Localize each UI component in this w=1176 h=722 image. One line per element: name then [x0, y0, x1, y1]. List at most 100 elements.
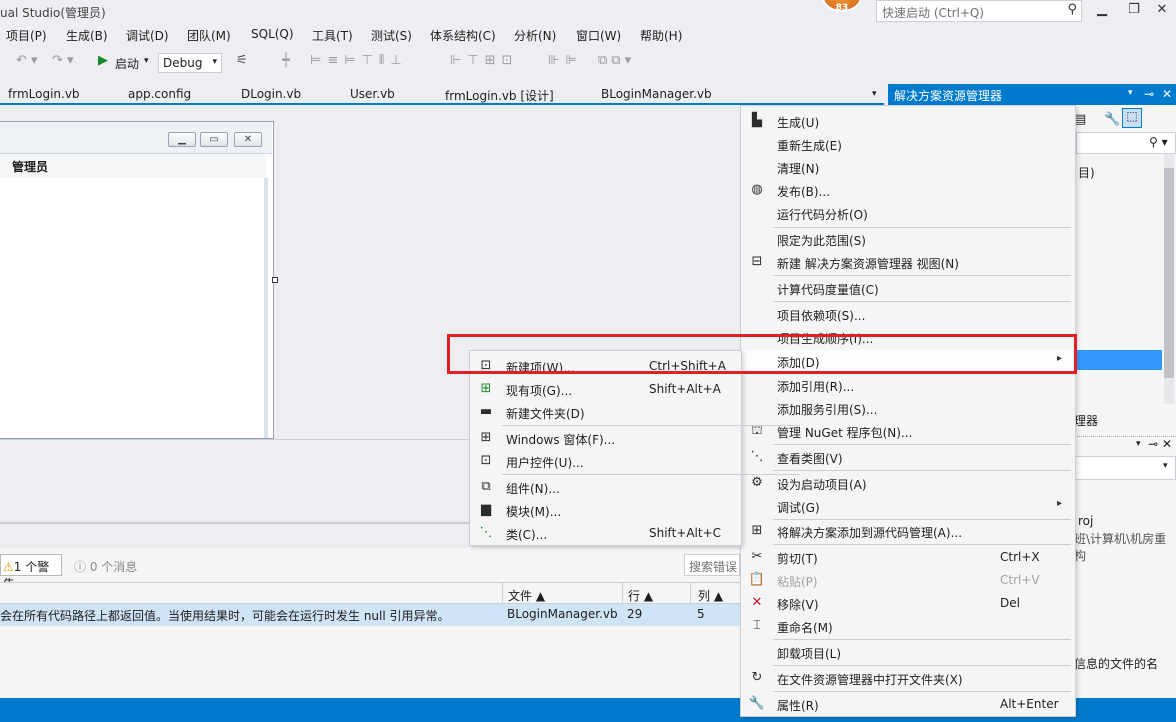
se-search-icon[interactable]: ⚲ ▾ [1149, 135, 1168, 149]
build-icon: ▙ [752, 113, 762, 128]
se-search-input[interactable]: ⚲ ▾ [1076, 132, 1176, 154]
menu-item-shortcut: Ctrl+V [1000, 573, 1040, 587]
submenu-item-class[interactable]: ⋱ 类(C)... Shift+Alt+C [470, 522, 741, 545]
submenu-item-existing-item[interactable]: ⊞ 现有项(G)... Shift+Alt+A [470, 378, 741, 401]
form-menu-strip[interactable]: 管理员 [0, 154, 266, 178]
menu-build[interactable]: 生成(B) [66, 27, 108, 44]
layout-tools-icon[interactable]: ⊨≡⊨⊤⫴⊥ [310, 53, 408, 68]
messages-filter-button[interactable]: ⓘ 0 个消息 [74, 558, 137, 575]
start-dropdown-icon[interactable]: ▾ [144, 56, 149, 66]
properties-object-dropdown[interactable]: ▾ [1074, 456, 1176, 480]
menu-item-open-folder[interactable]: ↻ 在文件资源管理器中打开文件夹(X) [741, 667, 1075, 690]
menu-item-add-service-reference[interactable]: 添加服务引用(S)... [741, 397, 1075, 420]
props-close-icon[interactable]: ✕ [1162, 437, 1172, 451]
spacing-tools-icon[interactable]: ⊩⊤⊞⊡ [450, 53, 518, 68]
order-tools-icon[interactable]: ⧉⧉▾ [598, 53, 635, 68]
close-panel-icon[interactable]: ✕ [1162, 87, 1172, 101]
menu-item-new-view[interactable]: ⊟ 新建 解决方案资源管理器 视图(N) [741, 251, 1075, 274]
menu-item-build[interactable]: ▙ 生成(U) [741, 110, 1075, 133]
config-dropdown[interactable]: Debug ▾ [158, 53, 222, 73]
submenu-item-windows-form[interactable]: ⊞ Windows 窗体(F)... [470, 427, 741, 450]
table-row[interactable]: 会在所有代码路径上都返回值。当使用结果时，可能会在运行时发生 null 引用异常… [0, 604, 740, 626]
column-line[interactable]: 行 ▲ [628, 587, 653, 604]
menu-item-add-reference[interactable]: 添加引用(R)... [741, 374, 1075, 397]
menu-window[interactable]: 窗口(W) [576, 27, 621, 44]
start-button[interactable]: 启动 [115, 55, 139, 72]
tab-user[interactable]: User.vb [350, 87, 395, 101]
se-tab-fragment[interactable]: 理器 [1074, 412, 1098, 429]
menu-item-cut[interactable]: ✂ 剪切(T) Ctrl+X [741, 546, 1075, 569]
menu-item-clean[interactable]: 清理(N) [741, 156, 1075, 179]
menu-item-dependencies[interactable]: 项目依赖项(S)... [741, 303, 1075, 326]
props-menu-icon[interactable]: ▾ [1136, 439, 1141, 449]
menu-test[interactable]: 测试(S) [371, 27, 412, 44]
menu-item-nuget[interactable]: ⛫ 管理 NuGet 程序包(N)... [741, 420, 1075, 443]
menu-item-rename[interactable]: ⌶ 重命名(M) [741, 615, 1075, 638]
menu-item-paste[interactable]: 📋 粘贴(P) Ctrl+V [741, 569, 1075, 592]
menu-item-code-metrics[interactable]: 计算代码度量值(C) [741, 277, 1075, 300]
submenu-item-user-control[interactable]: ⊡ 用户控件(U)... [470, 450, 741, 473]
menu-sql[interactable]: SQL(Q) [251, 27, 294, 41]
tab-overflow-icon[interactable]: ▾ [872, 89, 877, 99]
panel-menu-icon[interactable]: ▾ [1128, 88, 1133, 98]
menu-tools[interactable]: 工具(T) [312, 27, 353, 44]
find-icon[interactable]: ⚟ [236, 53, 248, 68]
menu-item-label: 类(C)... [506, 528, 548, 542]
menu-item-code-analysis[interactable]: 运行代码分析(O) [741, 202, 1075, 225]
menu-item-label: 重新生成(E) [777, 139, 842, 153]
menu-item-properties[interactable]: 🔧 属性(R) Alt+Enter [741, 693, 1075, 716]
notification-badge[interactable]: 83 [822, 0, 862, 13]
props-pin-icon[interactable]: ⊸ [1148, 437, 1158, 451]
column-file[interactable]: 文件 ▲ [508, 587, 545, 604]
preview-icon[interactable]: ⬚ [1122, 108, 1142, 128]
tab-app-config[interactable]: app.config [128, 87, 191, 101]
tab-bloginmanager[interactable]: BLoginManager.vb [601, 87, 712, 101]
form-preview[interactable]: ▁ ▭ ✕ 管理员 [0, 121, 274, 439]
redo-icon[interactable]: ↷ ▾ [52, 53, 74, 68]
search-icon[interactable]: ⚲ [1067, 2, 1077, 17]
warnings-filter-button[interactable]: ⚠1 个警告 [0, 554, 62, 591]
menu-item-class-diagram[interactable]: ⋱ 查看类图(V) [741, 446, 1075, 469]
form-body[interactable] [0, 178, 268, 438]
quick-launch-input[interactable]: 快速启动 (Ctrl+Q) ⚲ [876, 0, 1082, 22]
menu-item-unload[interactable]: 卸载项目(L) [741, 641, 1075, 664]
menu-separator [773, 275, 1071, 276]
menu-item-scope[interactable]: 限定为此范围(S) [741, 228, 1075, 251]
center-tools-icon[interactable]: ⊪⊫ [548, 53, 583, 68]
menu-team[interactable]: 团队(M) [187, 27, 231, 44]
menu-item-rebuild[interactable]: 重新生成(E) [741, 133, 1075, 156]
menu-item-set-startup[interactable]: ⚙ 设为启动项目(A) [741, 472, 1075, 495]
menu-bar: 项目(P) 生成(B) 调试(D) 团队(M) SQL(Q) 工具(T) 测试(… [0, 27, 1176, 47]
menu-project[interactable]: 项目(P) [6, 27, 47, 44]
menu-architecture[interactable]: 体系结构(C) [430, 27, 496, 44]
menu-strip-item-admin[interactable]: 管理员 [12, 158, 48, 175]
menu-item-shortcut: Shift+Alt+C [649, 526, 722, 540]
menu-item-publish[interactable]: ◍ 发布(B)... [741, 179, 1075, 202]
menu-debug[interactable]: 调试(D) [126, 27, 169, 44]
start-icon[interactable]: ▶ [98, 53, 108, 68]
submenu-item-component[interactable]: ⧉ 组件(N)... [470, 476, 741, 499]
resize-handle[interactable] [272, 277, 278, 283]
menu-analyze[interactable]: 分析(N) [514, 27, 556, 44]
tab-frmlogin-design[interactable]: frmLogin.vb [设计] [445, 87, 554, 104]
info-icon: ⓘ [74, 560, 87, 574]
pin-icon[interactable]: ⊸ [1144, 87, 1154, 101]
tab-dlogin[interactable]: DLogin.vb [241, 87, 301, 101]
se-scrollbar[interactable] [1164, 154, 1174, 404]
close-window-button[interactable]: ✕ [1146, 0, 1176, 22]
menu-item-remove[interactable]: ✕ 移除(V) Del [741, 592, 1075, 615]
menu-help[interactable]: 帮助(H) [640, 27, 682, 44]
wrench-icon: 🔧 [748, 696, 766, 711]
menu-item-source-control[interactable]: ⊞ 将解决方案添加到源代码管理(A)... [741, 520, 1075, 543]
submenu-item-module[interactable]: ▆ 模块(M)... [470, 499, 741, 522]
submenu-item-new-folder[interactable]: ▬ 新建文件夹(D) [470, 401, 741, 424]
align-icon[interactable]: ┿ [282, 53, 290, 68]
error-search-input[interactable]: 搜索错误 [684, 554, 740, 576]
undo-icon[interactable]: ↶ ▾ [16, 53, 38, 68]
tab-frmlogin[interactable]: frmLogin.vb [8, 87, 80, 101]
menu-item-debug[interactable]: 调试(G) ▸ [741, 495, 1075, 518]
wrench-icon[interactable]: 🔧 [1104, 112, 1120, 127]
se-selected-row[interactable] [1074, 350, 1162, 370]
minimize-button[interactable]: ▁ [1086, 0, 1118, 22]
column-col[interactable]: 列 ▲ [698, 587, 723, 604]
